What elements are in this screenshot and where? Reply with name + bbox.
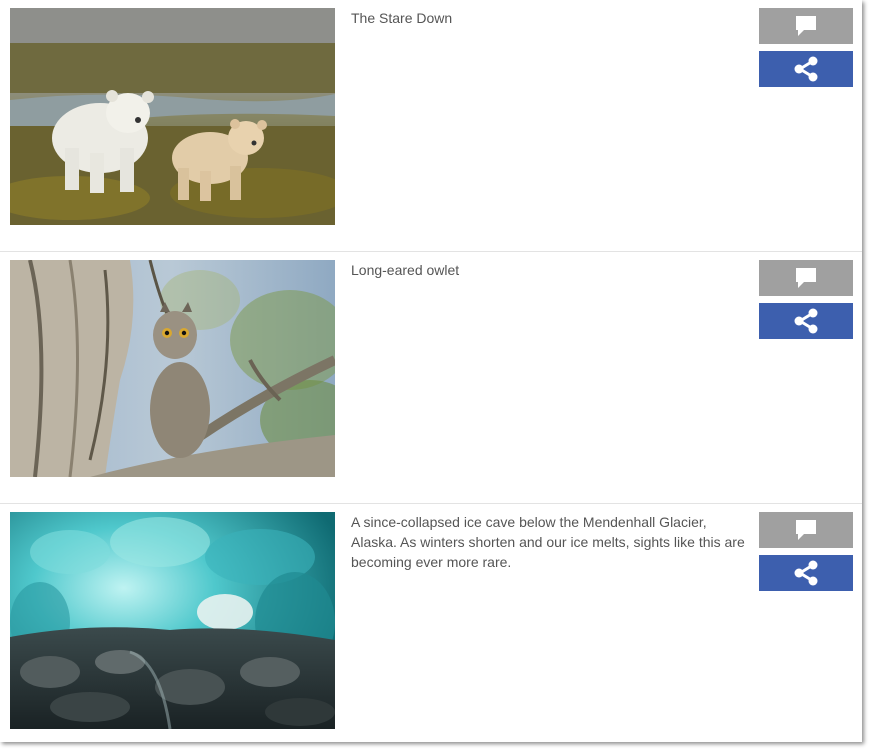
comment-button[interactable]: [759, 512, 853, 548]
share-icon: [794, 308, 818, 334]
speech-bubble-icon: [796, 520, 816, 540]
feed-item: A since-collapsed ice cave below the Men…: [0, 504, 862, 742]
photo-feed: The Stare Down Long-eared owlet A since-…: [0, 0, 862, 742]
share-button[interactable]: [759, 303, 853, 339]
comment-button[interactable]: [759, 8, 853, 44]
speech-bubble-icon: [796, 268, 816, 288]
feed-item: Long-eared owlet: [0, 252, 862, 504]
speech-bubble-icon: [796, 16, 816, 36]
share-button[interactable]: [759, 51, 853, 87]
share-icon: [794, 56, 818, 82]
comment-button[interactable]: [759, 260, 853, 296]
share-icon: [794, 560, 818, 586]
share-button[interactable]: [759, 555, 853, 591]
feed-item: The Stare Down: [0, 0, 862, 252]
